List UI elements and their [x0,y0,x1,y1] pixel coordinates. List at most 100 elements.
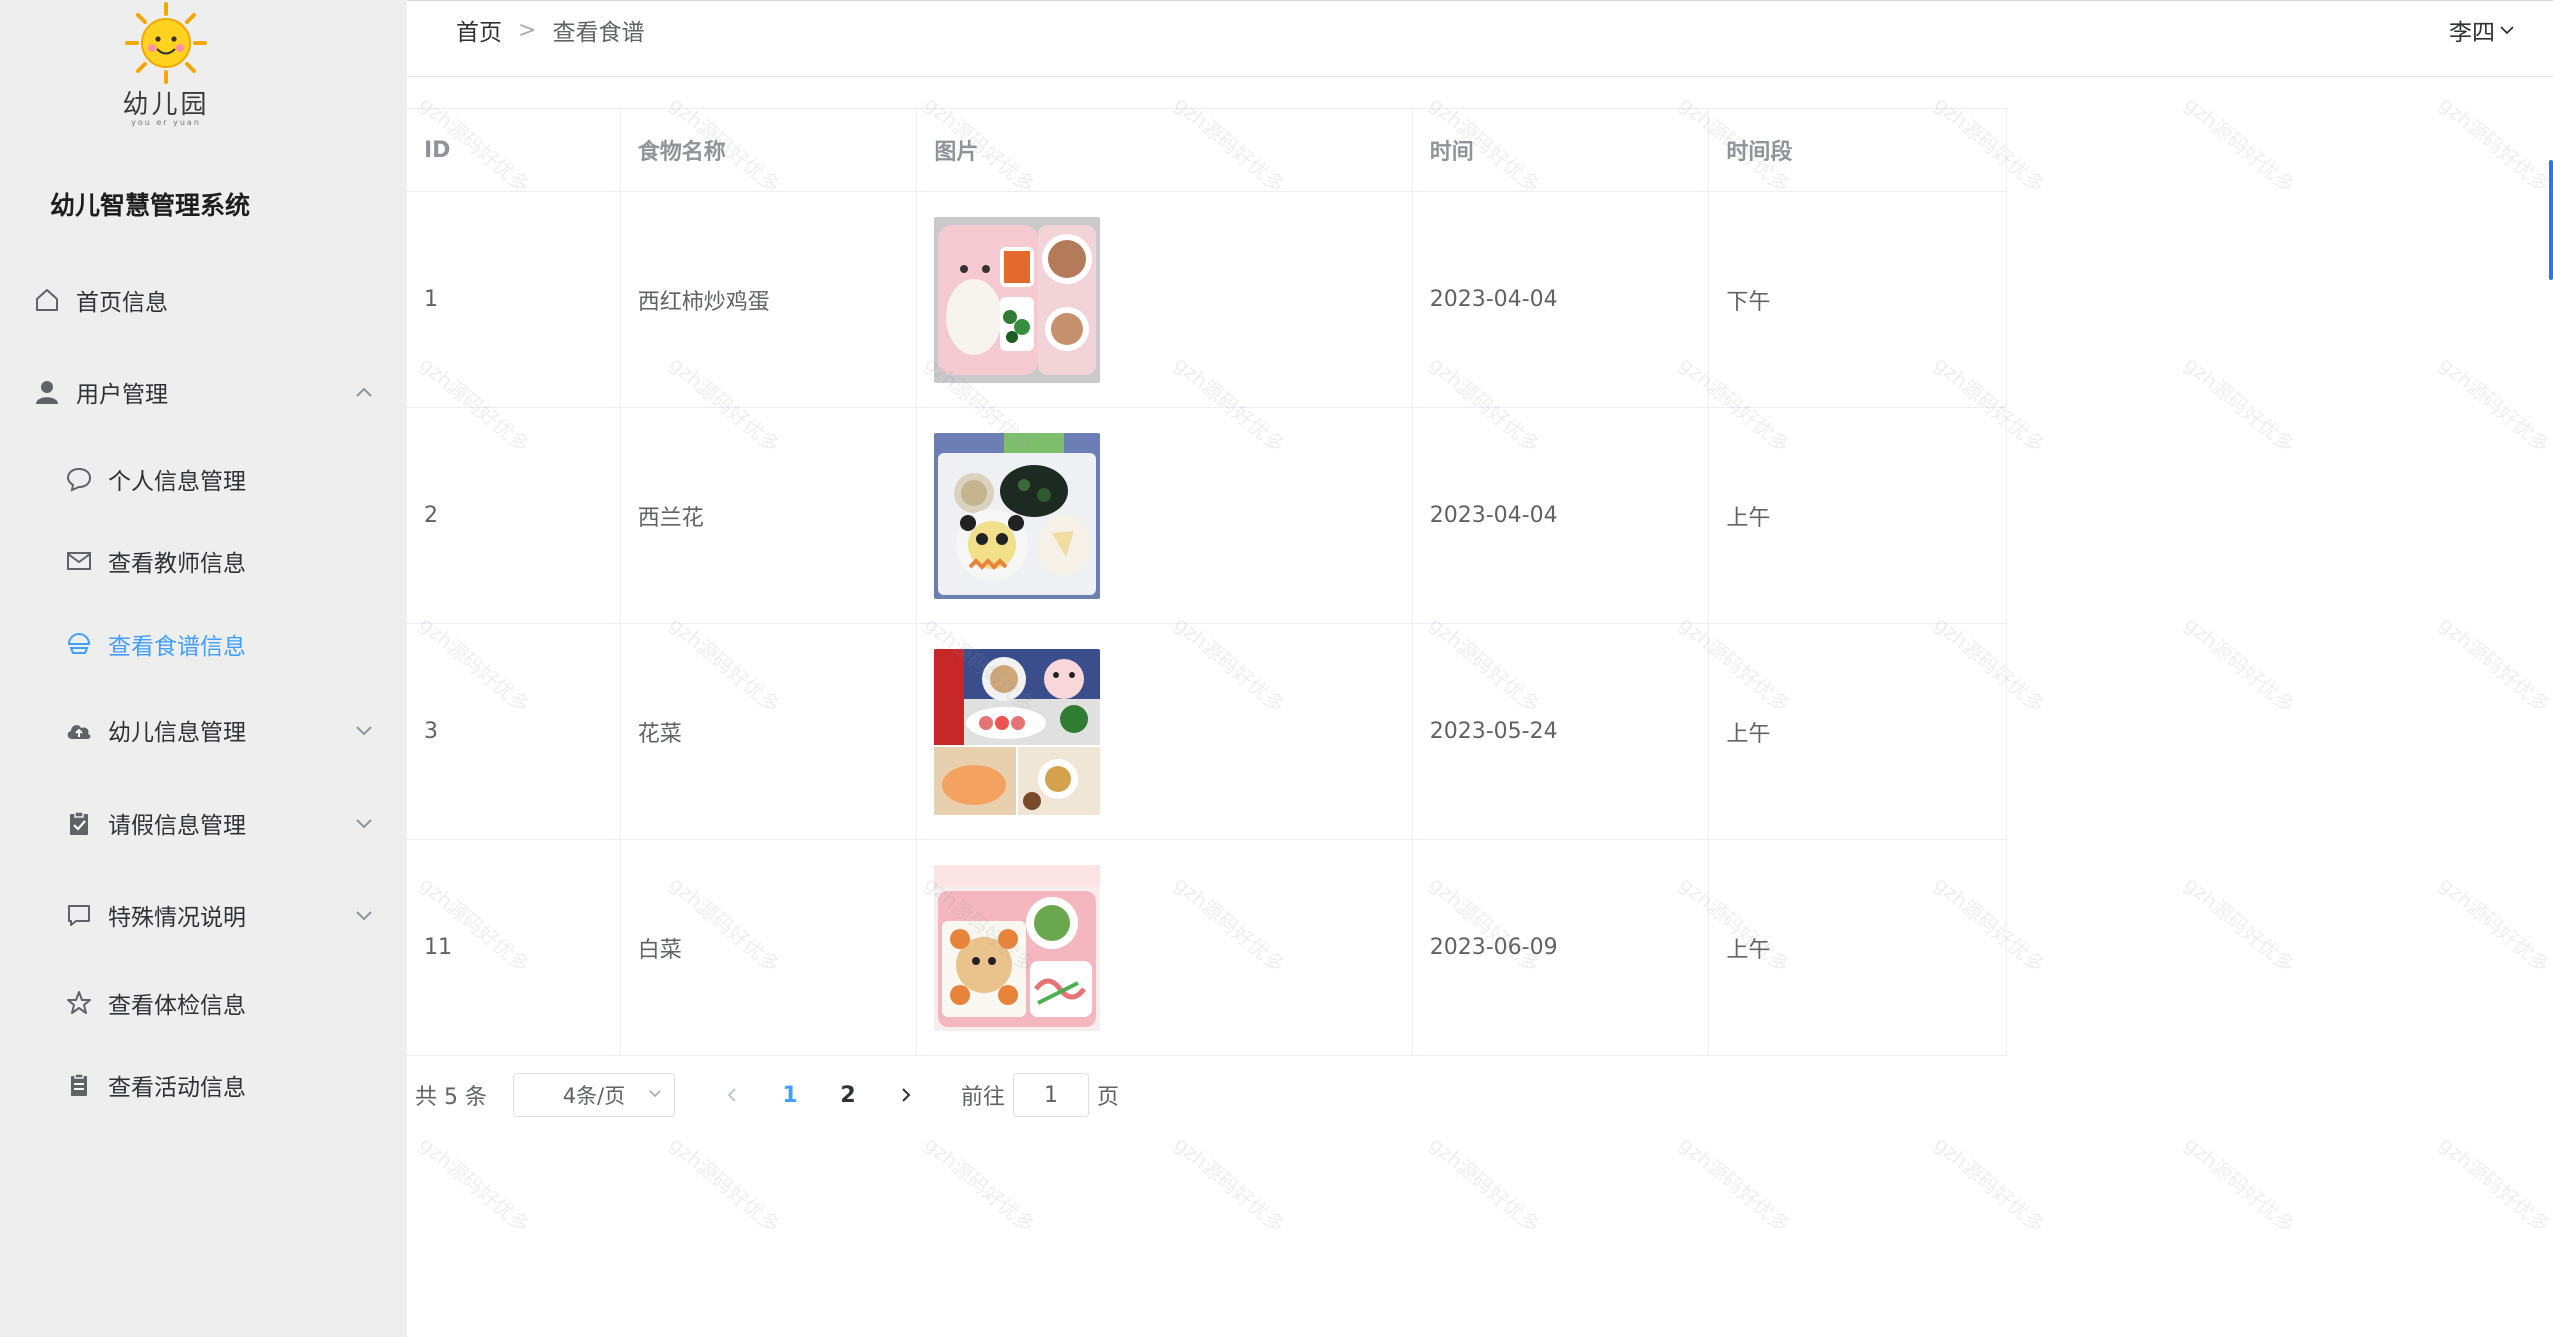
user-icon [32,377,62,407]
cell-food-name: 白菜 [621,840,918,1055]
chevron-down-icon [649,1090,661,1098]
cell-id: 2 [407,408,621,623]
cell-period: 上午 [1709,624,2007,839]
cell-image [917,408,1413,623]
watermark-text: gzh源码好优多 [2435,872,2553,978]
cell-id: 1 [407,192,621,407]
meal-photo-pink-tray[interactable] [934,216,1101,383]
cell-food-name: 西红柿炒鸡蛋 [621,192,918,407]
page-size-select[interactable]: 4条/页 [512,1073,675,1117]
recipe-table: ID 食物名称 图片 时间 时间段 1 西红柿炒鸡蛋 2023-04-04 下午… [407,108,2007,1056]
next-page-button[interactable] [877,1073,935,1117]
cloud-upload-icon [64,715,94,745]
mail-icon [64,546,94,576]
sidebar-item-special-notes[interactable]: 特殊情况说明 [64,885,372,945]
chevron-up-icon [356,387,372,397]
cell-image [917,192,1413,407]
watermark-text: gzh源码好优多 [2435,92,2553,198]
chevron-down-icon [2500,26,2514,35]
scroll-indicator[interactable] [2549,160,2553,280]
table-row: 2 西兰花 2023-04-04 上午 [407,408,2007,624]
top-header: 首页 > 查看食谱 李四 [407,0,2553,77]
sidebar-item-personal-info[interactable]: 个人信息管理 [64,449,372,509]
sidebar-item-activity-info[interactable]: 查看活动信息 [64,1055,372,1115]
meal-photo-collage[interactable] [934,648,1101,815]
breadcrumb-home[interactable]: 首页 [456,13,502,47]
watermark-text: gzh源码好优多 [920,1132,1040,1238]
goto-label: 前往 [960,1085,1005,1110]
breadcrumb-separator-icon: > [518,17,537,43]
sidebar-item-user-management[interactable]: 用户管理 [32,362,372,422]
sidebar-item-label: 个人信息管理 [108,469,246,495]
sidebar-item-recipe-info[interactable]: 查看食谱信息 [64,614,372,674]
sidebar-item-home[interactable]: 首页信息 [32,270,372,330]
clipboard-check-icon [64,808,94,838]
logo-subtext: you er yuan [131,118,201,127]
goto-page-input[interactable]: 1 [1013,1073,1089,1117]
cell-id: 11 [407,840,621,1055]
kindergarten-logo: 幼儿园 you er yuan [112,2,220,130]
pagination: 共 5 条 4条/页 1 2 前往 1 页 [415,1070,1119,1120]
watermark-text: gzh源码好优多 [1930,1132,2050,1238]
cell-image [917,840,1413,1055]
home-icon [32,285,62,315]
sun-logo-icon [125,2,207,84]
column-header-image: 图片 [917,109,1413,191]
sidebar-item-label: 请假信息管理 [108,813,246,839]
watermark-text: gzh源码好优多 [2180,1132,2300,1238]
logo-text: 幼儿园 [122,90,210,120]
meal-photo-bear-plate[interactable] [934,864,1101,1031]
chevron-down-icon [356,726,372,736]
page-number-2[interactable]: 2 [819,1073,877,1117]
table-row: 11 白菜 2023-06-09 上午 [407,840,2007,1056]
cell-image [917,624,1413,839]
meal-photo-panda-plate[interactable] [934,432,1101,599]
watermark-text: gzh源码好优多 [2180,872,2300,978]
cell-period: 上午 [1709,408,2007,623]
document-icon [64,1070,94,1100]
column-header-id: ID [407,109,621,191]
page-size-value: 4条/页 [562,1084,626,1108]
chevron-left-icon [727,1088,736,1102]
chevron-down-icon [356,911,372,921]
cell-food-name: 花菜 [621,624,918,839]
star-icon [64,988,94,1018]
column-header-food-name: 食物名称 [621,109,918,191]
goto-suffix: 页 [1097,1085,1120,1110]
watermark-text: gzh源码好优多 [1425,1132,1545,1238]
table-header: ID 食物名称 图片 时间 时间段 [407,109,2007,192]
watermark-text: gzh源码好优多 [1170,1132,1290,1238]
sidebar-item-child-info[interactable]: 幼儿信息管理 [64,700,372,760]
sidebar-item-label: 查看教师信息 [108,551,246,577]
bowl-icon [64,629,94,659]
watermark-text: gzh源码好优多 [415,1132,535,1238]
user-name: 李四 [2449,20,2495,46]
watermark-text: gzh源码好优多 [2435,612,2553,718]
cell-date: 2023-05-24 [1413,624,1710,839]
column-header-date: 时间 [1413,109,1710,191]
chevron-right-icon [902,1088,911,1102]
column-header-period: 时间段 [1709,109,2007,191]
watermark-text: gzh源码好优多 [2180,92,2300,198]
watermark-text: gzh源码好优多 [2435,1132,2553,1238]
sidebar-item-leave-info[interactable]: 请假信息管理 [64,793,372,853]
sidebar-item-label: 查看食谱信息 [108,634,246,660]
watermark-text: gzh源码好优多 [2180,352,2300,458]
user-menu[interactable]: 李四 [2449,13,2515,47]
watermark-text: gzh源码好优多 [2435,352,2553,458]
sidebar-item-teacher-info[interactable]: 查看教师信息 [64,531,372,591]
sidebar-item-label: 幼儿信息管理 [108,720,246,746]
prev-page-button[interactable] [703,1073,761,1117]
cell-date: 2023-04-04 [1413,192,1710,407]
sidebar: 幼儿园 you er yuan 幼儿智慧管理系统 首页信息 用户管理 个人信息管… [0,0,407,1337]
sidebar-item-label: 特殊情况说明 [108,905,246,931]
cell-id: 3 [407,624,621,839]
cell-food-name: 西兰花 [621,408,918,623]
watermark-text: gzh源码好优多 [665,1132,785,1238]
sidebar-item-health-check[interactable]: 查看体检信息 [64,973,372,1033]
table-row: 1 西红柿炒鸡蛋 2023-04-04 下午 [407,192,2007,408]
cell-period: 下午 [1709,192,2007,407]
page-number-1[interactable]: 1 [761,1073,819,1117]
watermark-text: gzh源码好优多 [1675,1132,1795,1238]
sidebar-item-label: 查看活动信息 [108,1075,246,1101]
